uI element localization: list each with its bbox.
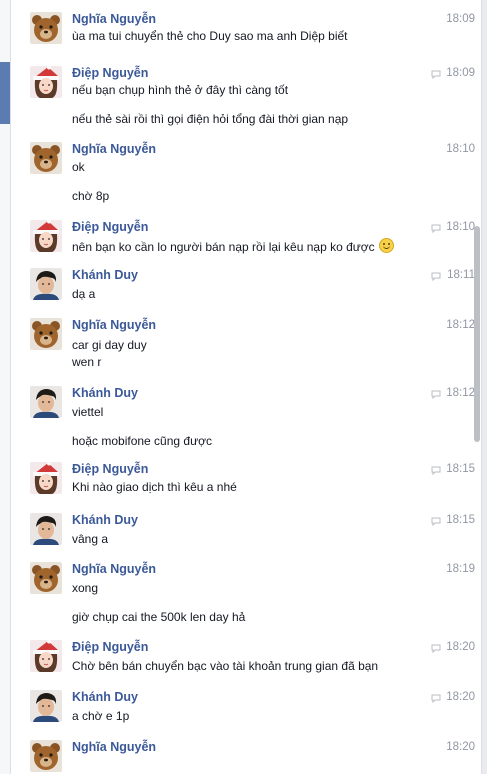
left-accent-bar <box>0 62 10 124</box>
avatar[interactable] <box>30 462 62 494</box>
avatar[interactable] <box>30 318 62 350</box>
message-text: dạ a <box>72 287 95 301</box>
message-time: 18:09 <box>446 67 475 79</box>
chat-message: Nghĩa Nguyễn 18:20 <box>11 740 481 774</box>
chat-message: Nghĩa Nguyễn 18:19 xong giờ chụp cai the 50… <box>11 562 481 624</box>
seen-icon <box>431 464 441 476</box>
message-text: nếu thẻ sài rồi thì gọi điện hỏi tổng đà… <box>72 112 348 126</box>
message-text: vâng a <box>72 532 108 546</box>
message-text-content: a chờ e 1p <box>72 709 130 723</box>
seen-icon <box>431 388 441 400</box>
sender-name[interactable]: Điệp Nguyễn <box>72 462 148 476</box>
message-text-content: nên bạn ko cần lo người bán nạp rồi lại … <box>72 240 375 254</box>
seen-icon <box>431 692 441 704</box>
sender-name[interactable]: Nghĩa Nguyễn <box>72 740 156 754</box>
avatar[interactable] <box>30 513 62 545</box>
avatar[interactable] <box>30 386 62 418</box>
message-text-content: ùa ma tui chuyển thẻ cho Duy sao ma anh … <box>72 29 348 43</box>
sender-name[interactable]: Nghĩa Nguyễn <box>72 562 156 576</box>
avatar[interactable] <box>30 740 62 772</box>
message-time: 18:12 <box>446 319 475 331</box>
message-text: nếu bạn chụp hình thẻ ở đây thì càng tốt <box>72 83 288 97</box>
message-text: car gi day duy <box>72 338 147 352</box>
message-text: Khi nào giao dịch thì kêu a nhé <box>72 480 237 494</box>
message-time: 18:20 <box>446 641 475 653</box>
sender-name[interactable]: Điệp Nguyễn <box>72 640 148 654</box>
message-text: nên bạn ko cần lo người bán nạp rồi lại … <box>72 238 394 254</box>
chat-message: Điệp Nguyễn 18:10 nên bạn ko cần lo người … <box>11 220 481 270</box>
sender-name[interactable]: Nghĩa Nguyễn <box>72 142 156 156</box>
message-time: 18:09 <box>446 13 475 25</box>
chat-conversation[interactable]: Nghĩa Nguyễn 18:09 ùa ma tui chuyển thẻ ch… <box>10 0 482 774</box>
sender-name[interactable]: Nghĩa Nguyễn <box>72 12 156 26</box>
message-text-content: chờ 8p <box>72 189 110 203</box>
message-time: 18:10 <box>446 143 475 155</box>
chat-message: Nghĩa Nguyễn 18:12 car gi day duy wen r <box>11 318 481 369</box>
chat-message: Khánh Duy 18:11 dạ a <box>11 268 481 318</box>
sender-name[interactable]: Khánh Duy <box>72 386 138 400</box>
message-time: 18:19 <box>446 563 475 575</box>
message-time: 18:10 <box>446 221 475 233</box>
message-time: 18:20 <box>446 691 475 703</box>
chat-message: Khánh Duy 18:20 a chờ e 1p <box>11 690 481 740</box>
chat-message: Khánh Duy 18:12 viettel hoặc mobifone cũng … <box>11 386 481 448</box>
avatar[interactable] <box>30 66 62 98</box>
avatar[interactable] <box>30 640 62 672</box>
chat-message: Khánh Duy 18:15 vâng a <box>11 513 481 563</box>
message-text-content: viettel <box>72 405 104 419</box>
sender-name[interactable]: Khánh Duy <box>72 513 138 527</box>
smile-emoji-icon <box>378 238 394 253</box>
avatar[interactable] <box>30 12 62 44</box>
avatar[interactable] <box>30 268 62 300</box>
message-text: viettel <box>72 405 103 419</box>
message-time: 18:11 <box>447 269 475 281</box>
message-time: 18:12 <box>446 387 475 399</box>
message-text: chờ 8p <box>72 189 109 203</box>
message-text-content: giờ chụp cai the 500k len day hả <box>72 610 246 624</box>
chat-message: Điệp Nguyễn 18:20 Chờ bên bán chuyển bạc v… <box>11 640 481 690</box>
chat-scrollbar[interactable] <box>474 226 480 442</box>
sender-name[interactable]: Khánh Duy <box>72 690 138 704</box>
message-text-content: nếu thẻ sài rồi thì gọi điện hỏi tổng đà… <box>72 112 349 126</box>
message-text: ùa ma tui chuyển thẻ cho Duy sao ma anh … <box>72 29 348 43</box>
avatar[interactable] <box>30 562 62 594</box>
avatar[interactable] <box>30 220 62 252</box>
message-text-content: Chờ bên bán chuyển bạc vào tài khoản tru… <box>72 659 379 673</box>
seen-icon <box>431 222 441 234</box>
message-text: ok <box>72 160 85 174</box>
message-text-content: vâng a <box>72 532 109 546</box>
message-text: hoặc mobifone cũng được <box>72 434 212 448</box>
message-text-content: Khi nào giao dịch thì kêu a nhé <box>72 480 237 494</box>
chat-message: Nghĩa Nguyễn 18:09 ùa ma tui chuyển thẻ ch… <box>11 12 481 62</box>
sender-name[interactable]: Khánh Duy <box>72 268 138 282</box>
message-text-content: wen r <box>72 355 102 369</box>
message-text: giờ chụp cai the 500k len day hả <box>72 610 245 624</box>
message-text: a chờ e 1p <box>72 709 129 723</box>
message-text: Chờ bên bán chuyển bạc vào tài khoản tru… <box>72 659 378 673</box>
chat-message: Nghĩa Nguyễn 18:10 ok chờ 8p <box>11 142 481 203</box>
seen-icon <box>431 68 441 80</box>
message-text-content: dạ a <box>72 287 96 301</box>
sender-name[interactable]: Nghĩa Nguyễn <box>72 318 156 332</box>
avatar[interactable] <box>30 690 62 722</box>
seen-icon <box>431 270 441 282</box>
message-time: 18:15 <box>446 463 475 475</box>
avatar[interactable] <box>30 142 62 174</box>
message-text: xong <box>72 581 98 595</box>
seen-icon <box>431 515 441 527</box>
chat-message: Điệp Nguyễn 18:09 nếu bạn chụp hình thẻ ở … <box>11 66 481 126</box>
message-text-content: ok <box>72 160 85 174</box>
sender-name[interactable]: Điệp Nguyễn <box>72 66 148 80</box>
message-time: 18:15 <box>446 514 475 526</box>
chat-message: Điệp Nguyễn 18:15 Khi nào giao dịch thì kê… <box>11 462 481 512</box>
message-time: 18:20 <box>446 741 475 753</box>
message-text-content: hoặc mobifone cũng được <box>72 434 212 448</box>
seen-icon <box>431 642 441 654</box>
sender-name[interactable]: Điệp Nguyễn <box>72 220 148 234</box>
message-text-content: xong <box>72 581 99 595</box>
message-text-content: car gi day duy <box>72 338 147 352</box>
message-text: wen r <box>72 355 101 369</box>
message-text-content: nếu bạn chụp hình thẻ ở đây thì càng tốt <box>72 83 289 97</box>
